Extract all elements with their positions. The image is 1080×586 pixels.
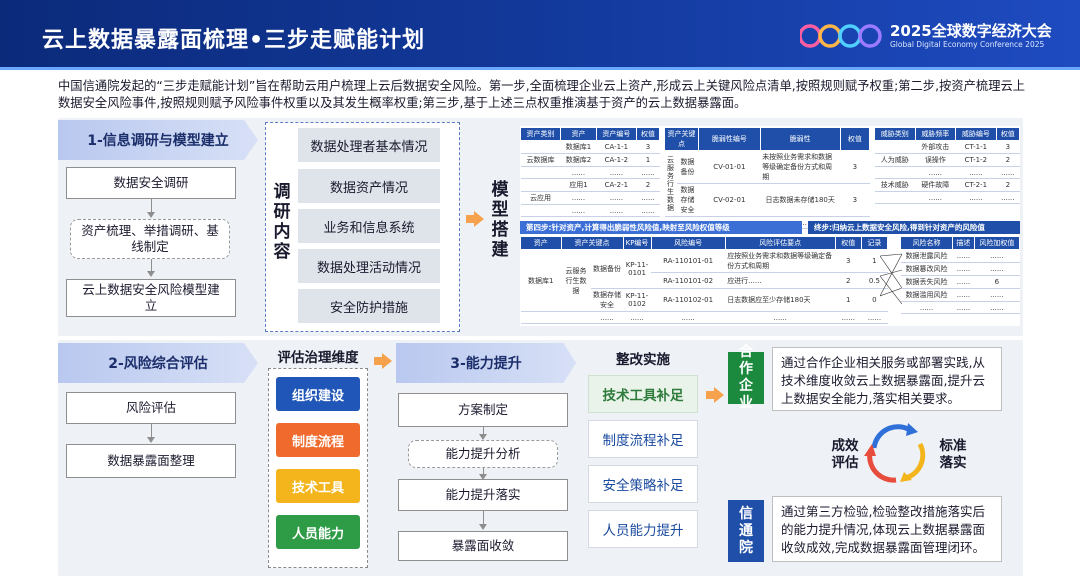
step1-title: 1-信息调研与模型建立 bbox=[58, 120, 258, 160]
survey-content-label: 调研内容 bbox=[273, 182, 291, 262]
rectify-title: 整改实施 bbox=[616, 352, 670, 368]
cycle-left-label: 成效评估 bbox=[831, 438, 859, 471]
partner-label: 合作企业 bbox=[728, 344, 764, 411]
page-title: 云上数据暴露面梳理•三步走赋能计划 bbox=[42, 28, 426, 53]
step2-title: 2-风险综合评估 bbox=[58, 343, 258, 383]
survey-item-activities: 数据处理活动情况 bbox=[298, 249, 440, 283]
survey-item-protection: 安全防护措施 bbox=[298, 289, 440, 323]
rectify-policy: 安全策略补足 bbox=[588, 465, 698, 503]
asset-table: 资产类别 资产 资产编号 权值 数据库1 CA-1-1 3 云数据库 数据库2 CA-1-2 1… bbox=[519, 127, 661, 217]
cycle-arrows-icon bbox=[864, 423, 926, 483]
risk-assessment-table: 资产 资产关键点 KP编号 风险编号 风险评估要点 权值 记录 数据库1 云服务行生数据 数据备… bbox=[520, 236, 889, 324]
step3-box-implement: 能力提升落实 bbox=[398, 479, 568, 511]
conference-subtitle: Global Digital Economy Conference 2025 bbox=[890, 40, 1045, 49]
survey-item-processor: 数据处理者基本情况 bbox=[298, 128, 440, 162]
vulnerability-table: 资产关键点 脆弱性编号 脆弱性 权值 云服务行生数据 数据备份 CV-01-01 未按照业务… bbox=[664, 127, 871, 229]
mapping-lines bbox=[880, 253, 902, 305]
step3-box-converge: 暴露面收敛 bbox=[398, 531, 568, 561]
caict-text: 通过第三方检验,检验整改措施落实后的能力提升情况,体现云上数据暴露面收敛成效,完… bbox=[772, 496, 1002, 562]
model-build-label: 模型搭建 bbox=[491, 180, 509, 260]
step1-box-model: 云上数据安全风险模型建立 bbox=[66, 279, 236, 317]
gdec-logo-icon bbox=[800, 24, 882, 48]
conference-title: 2025全球数字经济大会 bbox=[890, 22, 1052, 40]
survey-item-assets: 数据资产情况 bbox=[298, 169, 440, 203]
rectify-tools: 技术工具补足 bbox=[588, 375, 698, 413]
orange-arrow-icon bbox=[714, 387, 724, 403]
dim-tools: 技术工具 bbox=[276, 469, 360, 503]
orange-arrow-icon bbox=[382, 353, 392, 369]
cycle-right-label: 标准落实 bbox=[939, 438, 967, 471]
step2-box-risk: 风险评估 bbox=[66, 392, 236, 424]
caict-label: 信通院 bbox=[728, 500, 764, 562]
rectify-process: 制度流程补足 bbox=[588, 420, 698, 458]
step3-box-plan: 方案制定 bbox=[398, 393, 568, 427]
step4-banner: 第四步:针对资产,计算得出脆弱性风险值,映射至风险权值等级 bbox=[520, 221, 802, 234]
threat-table: 威胁类别 威胁频率 威胁编号 权值 外部攻击 CT-1-1 3 人为威胁 误操作 CT-1-2… bbox=[874, 127, 1021, 204]
risk-weight-table: 风险名称 描述 风险加权值 数据泄露风险............ 数据篡改风险...… bbox=[899, 236, 1021, 314]
survey-item-systems: 业务和信息系统 bbox=[298, 209, 440, 243]
rectify-people: 人员能力提升 bbox=[588, 510, 698, 548]
final-step-banner: 终步:归纳云上数据安全风险,得到针对资产的风险值 bbox=[808, 221, 1020, 234]
orange-arrow-icon bbox=[474, 211, 484, 227]
partner-text: 通过合作企业相关服务或部署实践,从技术维度收敛云上数据暴露面,提升云上数据安全能… bbox=[772, 347, 1002, 411]
intro-text: 中国信通院发起的“三步走赋能计划”旨在帮助云用户梳理上云后数据安全风险。第一步,… bbox=[58, 79, 1026, 110]
step3-title: 3-能力提升 bbox=[396, 343, 576, 383]
step3-box-analysis: 能力提升分析 bbox=[408, 440, 558, 468]
dim-people: 人员能力 bbox=[276, 515, 360, 549]
step1-box-survey: 数据安全调研 bbox=[66, 167, 236, 199]
dim-org: 组织建设 bbox=[276, 377, 360, 411]
step2-box-exposure: 数据暴露面整理 bbox=[66, 444, 236, 478]
step1-box-baseline: 资产梳理、举措调研、基线制定 bbox=[70, 219, 230, 259]
dim-process: 制度流程 bbox=[276, 423, 360, 457]
dims-title: 评估治理维度 bbox=[277, 350, 359, 366]
